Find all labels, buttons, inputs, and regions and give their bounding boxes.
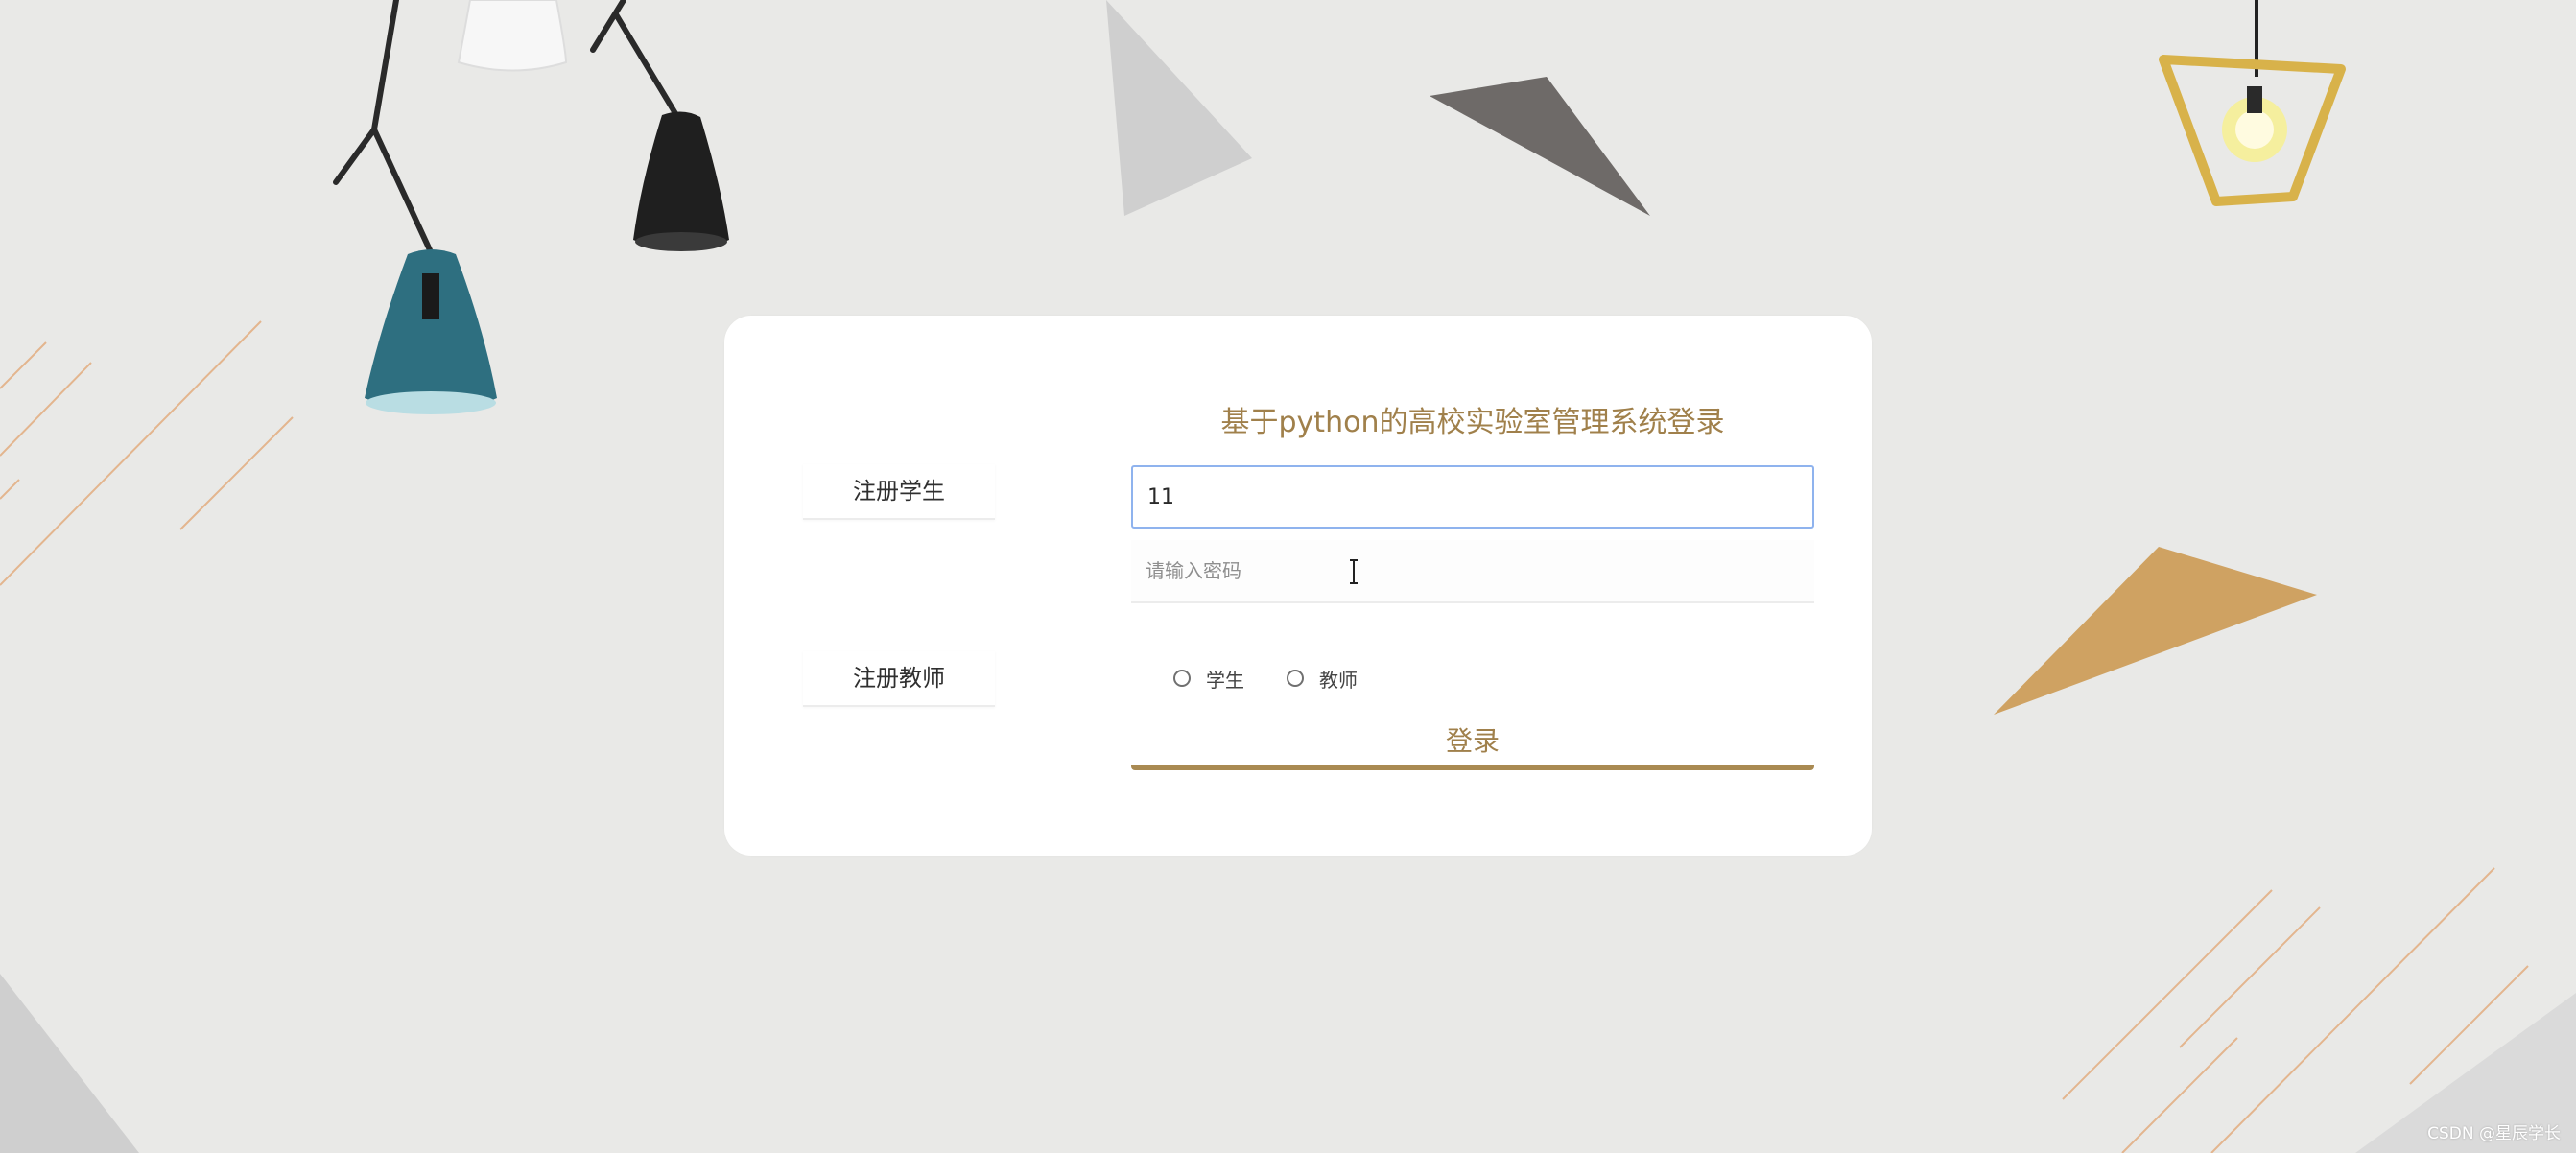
role-teacher-label: 教师 [1319, 668, 1358, 692]
password-input[interactable] [1131, 540, 1814, 603]
login-button[interactable]: 登录 [1131, 717, 1814, 770]
white-lamp [457, 0, 568, 72]
login-card: 注册学生 注册教师 基于python的高校实验室管理系统登录 学生 教师 登录 [724, 316, 1872, 856]
gray-triangle-top [1106, 0, 1252, 216]
role-radio-group: 学生 教师 [1173, 663, 1400, 694]
role-student-label: 学生 [1206, 668, 1244, 692]
role-student-radio[interactable]: 学生 [1173, 665, 1244, 693]
dark-triangle [1430, 77, 1650, 216]
login-page: 注册学生 注册教师 基于python的高校实验室管理系统登录 学生 教师 登录 … [0, 0, 2576, 1153]
gray-triangle-bottom-left [0, 974, 139, 1153]
login-title: 基于python的高校实验室管理系统登录 [1220, 406, 1725, 439]
text-cursor-icon [1350, 559, 1358, 584]
gold-triangle-right [1994, 547, 2317, 715]
radio-circle-icon[interactable] [1287, 670, 1304, 687]
register-teacher-button[interactable]: 注册教师 [803, 651, 995, 707]
black-lamp [633, 111, 729, 250]
role-teacher-radio[interactable]: 教师 [1287, 665, 1358, 693]
watermark: CSDN @星辰学长 [2427, 1124, 2561, 1143]
radio-circle-icon[interactable] [1173, 670, 1191, 687]
username-input[interactable] [1131, 465, 1814, 529]
register-student-button[interactable]: 注册学生 [803, 464, 995, 520]
